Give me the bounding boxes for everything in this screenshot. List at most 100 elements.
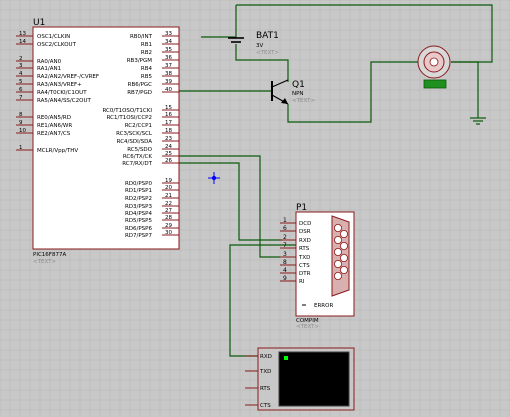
pin-number: 24 [165,144,172,150]
pin-label: TXD [298,255,310,261]
pin-number: 40 [165,87,172,93]
pin-label: CTS [260,403,271,409]
pin-number: 9 [19,120,23,126]
schematic-canvas[interactable]: U1 13 OSC1/CLKIN14 OSC2/CLKOUT2 RA0/AN03 RA1… [0,0,510,417]
pin-label: TXD [259,369,271,375]
pin-label: OSC1/CLKIN [37,34,70,40]
pin-number: 16 [165,112,172,118]
pin-number: 22 [165,201,172,207]
pin-number: 9 [283,275,287,282]
pin-number: 2 [283,234,287,241]
pin-label: MCLR/Vpp/THV [37,148,78,154]
pin-label: RC7/RX/DT [122,161,152,167]
pin-label: DCD [299,221,311,227]
battery-value-label: 3V [256,43,263,49]
db9-hole [339,265,348,274]
pin-label: RE2/AN7/CS [37,131,71,137]
pin-label: OSC2/CLKOUT [37,42,77,48]
pin-label: RC2/CCP1 [125,123,152,129]
pin-label: RD6/PSP6 [125,226,153,232]
pin-number: 23 [165,136,172,142]
pin-label: RA3/AN3/VREF+ [37,82,82,88]
pin-label: RXD [299,238,311,244]
pin-number: 8 [19,112,23,118]
pin-number: 38 [165,71,172,77]
pin-label: DTR [299,271,311,277]
pin-label: RB1 [141,42,152,48]
pin-label: RC4/SDI/SDA [117,139,153,145]
pin-label: RB5 [141,74,153,80]
pin-number: 30 [165,230,172,236]
pin-number: 20 [165,185,172,191]
pin-number: 15 [165,105,172,111]
pin-number: 14 [19,39,26,45]
pin-number: 21 [165,193,172,199]
db9-hole [333,223,342,232]
pin-number: 18 [165,128,172,134]
mcu-text-tag: <TEXT> [33,259,56,265]
pin-label: RD2/PSP2 [125,196,152,202]
pin-label: RI [299,279,305,285]
pin-label: RC0/T1OSO/T1CKI [102,108,152,114]
pin-label: RE0/AN5/RD [37,115,71,121]
pin-number: 33 [165,31,172,37]
terminal-screen-cursor [284,356,288,360]
pin-label: RB3/PGM [127,58,153,64]
pin-number: 17 [165,120,172,126]
db9-hole [339,229,348,238]
pin-number: 28 [165,215,172,221]
pin-number: 10 [19,128,26,134]
pin-number: 35 [165,47,172,53]
pin-number: 8 [283,259,287,266]
pin-label: RA0/AN0 [37,59,62,65]
db9-hole [333,247,342,256]
pin-number: 4 [19,71,23,77]
motor-center [429,57,439,67]
battery-ref-label: BAT1 [256,31,279,41]
pin-label: RA2/AN2/VREF-/CVREF [37,74,99,80]
pin-label: RB7/PGD [127,90,152,96]
virtual-terminal[interactable]: RXD TXD RTS CTS [245,347,355,411]
pin-number: 26 [165,158,172,164]
pin-label: RB0/INT [130,34,153,40]
pin-number: 13 [19,31,26,37]
pin-label: RD4/PSP4 [125,211,153,217]
pin-label: RXD [260,354,272,360]
db9-hole [333,259,342,268]
pin-label: RD7/PSP7 [125,233,153,239]
pin-number: 34 [165,39,172,45]
pin-label: RB6/PGC [128,82,153,88]
mcu-pic16f877a[interactable]: U1 13 OSC1/CLKIN14 OSC2/CLKOUT2 RA0/AN03 RA1… [16,18,180,265]
pin-label: RA1/AN1 [37,66,61,72]
db9-hole [339,241,348,250]
pin-label: CTS [299,263,310,269]
pin-label: RC6/TX/CK [123,154,153,160]
db9-hole [333,271,342,280]
transistor-text-tag: <TEXT> [292,98,315,104]
pin-label: RB4 [141,66,153,72]
pin-number: 6 [283,225,287,232]
pin-number: 2 [19,56,23,62]
pin-number: 27 [165,208,172,214]
motor-status-tag [423,79,447,89]
db9-hole [333,235,342,244]
pin-label: RD3/PSP3 [125,204,153,210]
pin-label: RC5/SDO [127,147,152,153]
pin-number: 5 [19,79,23,85]
pin-label: RA5/AN4/SS/C2OUT [37,98,91,104]
pin-number: 6 [19,87,23,93]
pin-number: 7 [283,242,287,249]
connector-error-label: ERROR [314,303,333,309]
pin-label: RD1/PSP1 [125,188,152,194]
pin-label: RC1/T1OSI/CCP2 [107,115,152,121]
pin-number: 25 [165,151,172,157]
pin-label: RTS [299,246,310,252]
pin-number: 36 [165,55,172,61]
transistor-type-label: NPN [292,91,304,97]
pin-number: 29 [165,223,172,229]
pin-number: 3 [19,63,23,69]
db9-hole [339,253,348,262]
battery-text-tag: <TEXT> [256,50,279,56]
pin-label: RD0/PSP0 [125,181,153,187]
pin-label: RD5/PSP5 [125,218,153,224]
